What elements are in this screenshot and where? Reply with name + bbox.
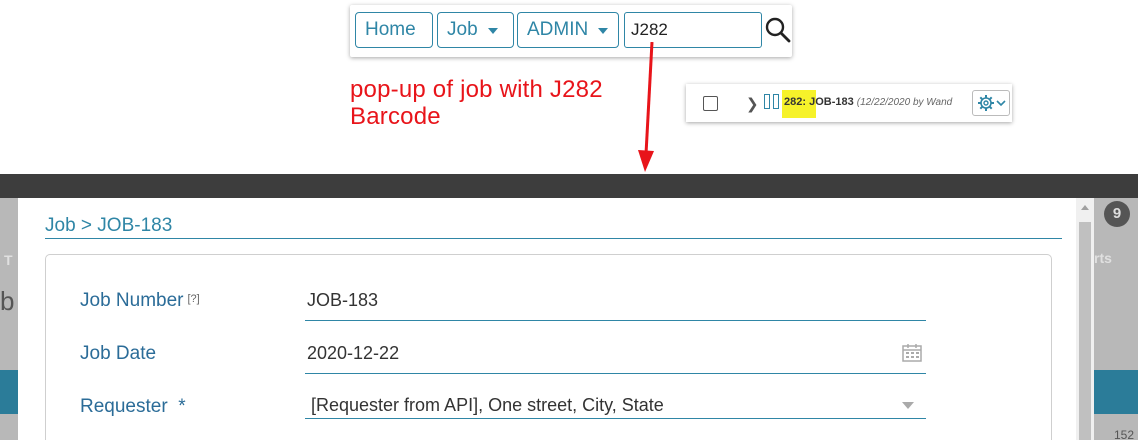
gear-icon bbox=[978, 95, 1006, 111]
background-band bbox=[1092, 370, 1138, 414]
job-number-field[interactable]: JOB-183 bbox=[307, 290, 378, 311]
notification-badge: 9 bbox=[1104, 201, 1130, 227]
background-band bbox=[0, 370, 18, 414]
job-dropdown-button[interactable]: Job bbox=[437, 12, 514, 48]
annotation-line-2: Barcode bbox=[350, 103, 441, 130]
admin-button-label: ADMIN bbox=[527, 19, 589, 40]
red-arrow-icon bbox=[638, 42, 654, 172]
background-text-fragment: rts bbox=[1094, 250, 1112, 266]
pause-icon bbox=[764, 94, 780, 109]
dropdown-arrow-icon[interactable] bbox=[902, 402, 914, 409]
screenshot-root: Home Job ADMIN pop-up of job with J282 B… bbox=[0, 0, 1138, 440]
job-number-label-text: Job Number bbox=[80, 290, 184, 311]
search-icon[interactable] bbox=[764, 16, 792, 44]
row-checkbox[interactable] bbox=[703, 96, 718, 111]
result-job-title: JOB-183 bbox=[806, 96, 857, 108]
result-row-text: 282: JOB-183 (12/22/2020 by Wand bbox=[784, 96, 964, 108]
requester-select[interactable]: [Requester from API], One street, City, … bbox=[311, 395, 664, 416]
calendar-icon[interactable] bbox=[902, 343, 922, 362]
background-text-fragment: T bbox=[4, 252, 13, 268]
annotation-text: pop-up of job with J282 Barcode bbox=[350, 76, 603, 130]
result-meta: (12/22/2020 by Wand bbox=[856, 97, 953, 108]
job-date-field[interactable]: 2020-12-22 bbox=[307, 343, 399, 364]
home-button-label: Home bbox=[365, 19, 416, 40]
modal-scrollbar[interactable] bbox=[1076, 198, 1094, 440]
scrollbar-thumb[interactable] bbox=[1079, 222, 1091, 440]
breadcrumb-divider bbox=[45, 238, 1062, 239]
breadcrumb[interactable]: Job > JOB-183 bbox=[45, 215, 172, 237]
top-navbar: Home Job ADMIN bbox=[350, 5, 792, 57]
admin-dropdown-button[interactable]: ADMIN bbox=[517, 12, 619, 48]
job-detail-modal: Job > JOB-183 Job Number [?] JOB-183 Job … bbox=[18, 198, 1094, 440]
background-text-fragment: b bbox=[0, 286, 15, 316]
caret-down-icon bbox=[598, 28, 609, 34]
chevron-right-icon[interactable]: ❯ bbox=[746, 95, 759, 113]
scroll-up-icon[interactable] bbox=[1081, 205, 1089, 210]
search-result-row[interactable]: ❯ 282: JOB-183 (12/22/2020 by Wand bbox=[686, 84, 1012, 122]
caret-down-icon bbox=[487, 28, 498, 34]
requester-label: Requester * bbox=[80, 396, 186, 417]
annotation-line-1: pop-up of job with J282 bbox=[350, 76, 603, 103]
field-underline bbox=[305, 373, 926, 374]
background-text-fragment: 152 bbox=[1114, 428, 1135, 440]
help-icon[interactable]: [?] bbox=[188, 293, 200, 305]
field-underline bbox=[305, 320, 926, 321]
home-button[interactable]: Home bbox=[355, 12, 433, 48]
job-button-label: Job bbox=[447, 19, 478, 40]
field-underline bbox=[305, 418, 926, 419]
job-number-label: Job Number [?] bbox=[80, 290, 200, 312]
result-barcode: 282: bbox=[784, 96, 807, 108]
job-date-label: Job Date bbox=[80, 343, 157, 364]
row-settings-button[interactable] bbox=[972, 90, 1010, 116]
